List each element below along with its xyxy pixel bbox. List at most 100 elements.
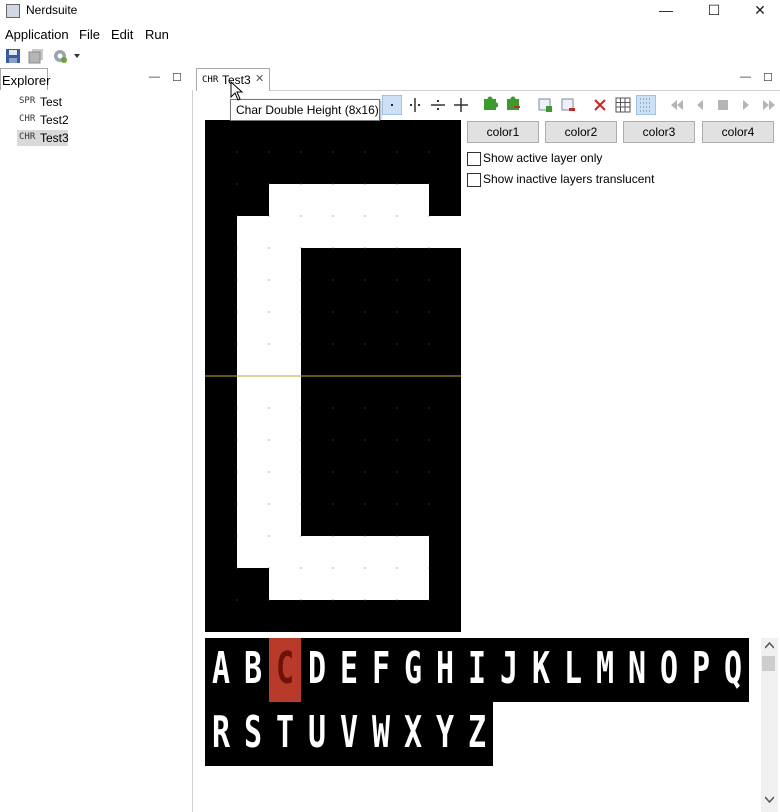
charset-char-z[interactable]: Z: [461, 702, 493, 766]
pixel-cell[interactable]: [397, 344, 429, 376]
pixel-cell[interactable]: [333, 472, 365, 504]
pixel-cell[interactable]: [205, 280, 237, 312]
pixel-cell[interactable]: [301, 376, 333, 408]
pixel-cell[interactable]: [397, 536, 429, 568]
pixel-cell[interactable]: [365, 600, 397, 632]
delete-icon[interactable]: [592, 97, 608, 113]
pixel-cell[interactable]: [429, 376, 461, 408]
pixel-cell[interactable]: [365, 472, 397, 504]
pixel-cell[interactable]: [397, 248, 429, 280]
charset-char-s[interactable]: S: [237, 702, 269, 766]
pixel-cell[interactable]: [429, 248, 461, 280]
pixel-cell[interactable]: [429, 152, 461, 184]
pixel-cell[interactable]: [429, 504, 461, 536]
explorer-maximize-button[interactable]: ☐: [172, 71, 182, 84]
mirror-horizontal-icon[interactable]: [430, 97, 446, 113]
pixel-cell[interactable]: [237, 312, 269, 344]
pixel-cell[interactable]: [333, 152, 365, 184]
pixel-cell[interactable]: [333, 248, 365, 280]
pixel-tool-icon[interactable]: [382, 95, 402, 115]
pixel-cell[interactable]: [397, 376, 429, 408]
pixel-cell[interactable]: [237, 280, 269, 312]
pixel-cell[interactable]: [429, 216, 461, 248]
tree-item-test2[interactable]: CHR Test2: [17, 112, 69, 128]
pixel-cell[interactable]: [365, 440, 397, 472]
pixel-cell[interactable]: [397, 504, 429, 536]
pixel-cell[interactable]: [333, 312, 365, 344]
pixel-cell[interactable]: [429, 600, 461, 632]
pixel-cell[interactable]: [301, 184, 333, 216]
pixel-cell[interactable]: [365, 152, 397, 184]
pixel-cell[interactable]: [301, 120, 333, 152]
pixel-cell[interactable]: [397, 120, 429, 152]
pixel-cell[interactable]: [237, 472, 269, 504]
pixel-cell[interactable]: [365, 536, 397, 568]
pixel-cell[interactable]: [429, 280, 461, 312]
tree-item-test[interactable]: SPR Test: [17, 94, 62, 110]
pixel-cell[interactable]: [237, 248, 269, 280]
pixel-cell[interactable]: [333, 184, 365, 216]
pixel-cell[interactable]: [301, 536, 333, 568]
last-frame-icon[interactable]: [761, 97, 777, 113]
pixel-cell[interactable]: [237, 408, 269, 440]
pixel-cell[interactable]: [333, 600, 365, 632]
pixel-cell[interactable]: [205, 376, 237, 408]
pixel-cell[interactable]: [301, 408, 333, 440]
pixel-cell[interactable]: [365, 216, 397, 248]
pixel-cell[interactable]: [365, 344, 397, 376]
charset-char-o[interactable]: O: [653, 638, 685, 702]
pixel-cell[interactable]: [237, 120, 269, 152]
pixel-cell[interactable]: [205, 344, 237, 376]
pixel-cell[interactable]: [269, 440, 301, 472]
pixel-cell[interactable]: [397, 600, 429, 632]
pixel-cell[interactable]: [333, 344, 365, 376]
pixel-cell[interactable]: [397, 152, 429, 184]
pixel-cell[interactable]: [397, 568, 429, 600]
pixel-cell[interactable]: [237, 216, 269, 248]
pixel-cell[interactable]: [269, 312, 301, 344]
charset-char-m[interactable]: M: [589, 638, 621, 702]
pixel-cell[interactable]: [269, 408, 301, 440]
explorer-minimize-button[interactable]: —: [149, 71, 160, 83]
charset-char-d[interactable]: D: [301, 638, 333, 702]
menu-run[interactable]: Run: [145, 27, 169, 42]
pixel-cell[interactable]: [205, 536, 237, 568]
pixel-cell[interactable]: [237, 376, 269, 408]
pixel-cell[interactable]: [333, 120, 365, 152]
pixel-cell[interactable]: [237, 184, 269, 216]
pixel-cell[interactable]: [269, 536, 301, 568]
pixel-cell[interactable]: [429, 312, 461, 344]
dropdown-arrow-icon[interactable]: [72, 48, 82, 64]
pixel-cell[interactable]: [429, 344, 461, 376]
pixel-cell[interactable]: [269, 152, 301, 184]
tree-item-test3[interactable]: CHR Test3: [17, 130, 69, 146]
maximize-button[interactable]: ☐: [696, 0, 732, 22]
scroll-up-arrow-icon[interactable]: [765, 642, 774, 649]
charset-char-q[interactable]: Q: [717, 638, 749, 702]
pixel-cell[interactable]: [397, 440, 429, 472]
pixel-cell[interactable]: [205, 184, 237, 216]
scroll-down-arrow-icon[interactable]: [765, 796, 774, 803]
pixel-cell[interactable]: [301, 568, 333, 600]
pixel-cell[interactable]: [237, 568, 269, 600]
charset-char-w[interactable]: W: [365, 702, 397, 766]
charset-char-f[interactable]: F: [365, 638, 397, 702]
charset-char-c[interactable]: C: [269, 638, 301, 702]
pixel-cell[interactable]: [269, 600, 301, 632]
pixel-cell[interactable]: [333, 408, 365, 440]
pixel-cell[interactable]: [269, 184, 301, 216]
pixel-edit-canvas[interactable]: [205, 120, 461, 632]
pixel-cell[interactable]: [269, 120, 301, 152]
charset-char-p[interactable]: P: [685, 638, 717, 702]
pixel-cell[interactable]: [365, 120, 397, 152]
pixel-cell[interactable]: [205, 504, 237, 536]
pixel-cell[interactable]: [205, 408, 237, 440]
grid-icon[interactable]: [615, 97, 631, 113]
charset-char-h[interactable]: H: [429, 638, 461, 702]
pixel-cell[interactable]: [269, 216, 301, 248]
pixel-cell[interactable]: [301, 152, 333, 184]
charset-char-g[interactable]: G: [397, 638, 429, 702]
pixel-cell[interactable]: [237, 600, 269, 632]
charset-char-a[interactable]: A: [205, 638, 237, 702]
charset-char-k[interactable]: K: [525, 638, 557, 702]
